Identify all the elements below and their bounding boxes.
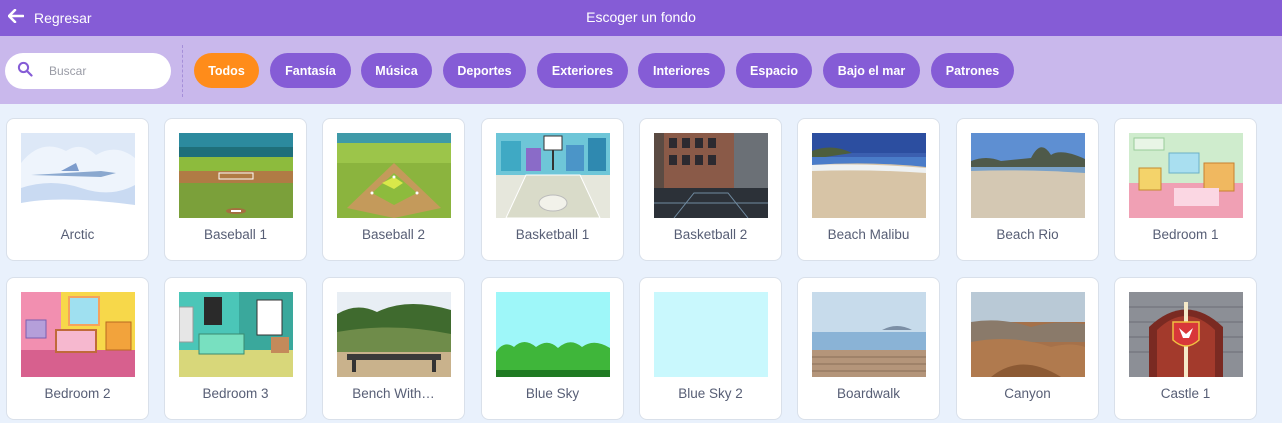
backdrop-tile[interactable]: Beach Malibu [797,118,940,261]
backdrop-tile[interactable]: Basketball 1 [481,118,624,261]
backdrop-name: Beach Malibu [827,227,910,242]
back-button[interactable]: Regresar [7,0,92,36]
backdrop-name: Basketball 2 [673,227,748,242]
backdrop-name: Bedroom 1 [1152,227,1219,242]
header-bar: Regresar Escoger un fondo [0,0,1282,36]
backdrop-tile[interactable]: Beach Rio [956,118,1099,261]
backdrop-name: Basketball 1 [515,227,590,242]
bench-view-thumbnail [337,292,451,377]
backdrop-name: Castle 1 [1160,386,1211,401]
backdrop-name: Bench With… [352,386,435,401]
backdrop-name: Blue Sky 2 [678,386,743,401]
plain-sky-thumbnail [654,292,768,377]
backdrop-tile[interactable]: Castle 1 [1114,277,1257,420]
backdrop-name: Baseball 1 [203,227,268,242]
tag-espacio[interactable]: Espacio [736,53,812,88]
boardwalk-thumbnail [812,292,926,377]
backdrop-tile[interactable]: Arctic [6,118,149,261]
backdrop-name: Blue Sky [525,386,580,401]
arrow-left-icon [7,8,25,28]
filter-divider [182,45,183,97]
baseball-diamond-thumbnail [337,133,451,218]
backdrop-name: Baseball 2 [361,227,426,242]
backdrop-tile[interactable]: Baseball 2 [322,118,465,261]
backdrop-name: Bedroom 2 [44,386,111,401]
beach-thumbnail [812,133,926,218]
backdrop-tile[interactable]: Blue Sky 2 [639,277,782,420]
backdrop-tile[interactable]: Canyon [956,277,1099,420]
backdrop-name: Bedroom 3 [202,386,269,401]
basketball-court-thumbnail [496,133,610,218]
filter-bar: Todos Fantasía Música Deportes Exteriore… [0,36,1282,104]
backdrop-tile[interactable]: Boardwalk [797,277,940,420]
search-icon [17,61,33,82]
backdrop-tile[interactable]: Basketball 2 [639,118,782,261]
backdrop-name: Beach Rio [996,227,1059,242]
castle-gate-thumbnail [1129,292,1243,377]
tag-bajo-el-mar[interactable]: Bajo el mar [823,53,920,88]
backdrop-tile[interactable]: Bench With… [322,277,465,420]
baseball-field-thumbnail [179,133,293,218]
tag-musica[interactable]: Música [361,53,432,88]
backdrop-tile[interactable]: Bedroom 2 [6,277,149,420]
tag-todos[interactable]: Todos [194,53,259,88]
tag-fantasia[interactable]: Fantasía [270,53,351,88]
sky-bushes-thumbnail [496,292,610,377]
backdrop-name: Canyon [1004,386,1051,401]
backdrop-tile[interactable]: Bedroom 1 [1114,118,1257,261]
backdrop-name: Boardwalk [836,386,901,401]
search-box[interactable] [5,53,171,89]
backdrop-tile[interactable]: Blue Sky [481,277,624,420]
page-title: Escoger un fondo [586,9,696,25]
backdrop-tile[interactable]: Bedroom 3 [164,277,307,420]
tag-patrones[interactable]: Patrones [931,53,1014,88]
backdrop-name: Arctic [60,227,95,242]
back-label: Regresar [34,10,92,26]
bedroom-thumbnail [21,292,135,377]
arctic-thumbnail [21,133,135,218]
tag-deportes[interactable]: Deportes [443,53,526,88]
city-court-thumbnail [654,133,768,218]
search-input[interactable] [49,64,149,78]
bedroom-thumbnail [1129,133,1243,218]
backdrop-tile[interactable]: Baseball 1 [164,118,307,261]
beach-mountain-thumbnail [971,133,1085,218]
canyon-thumbnail [971,292,1085,377]
tag-interiores[interactable]: Interiores [638,53,725,88]
tag-exteriores[interactable]: Exteriores [537,53,628,88]
bedroom-thumbnail [179,292,293,377]
